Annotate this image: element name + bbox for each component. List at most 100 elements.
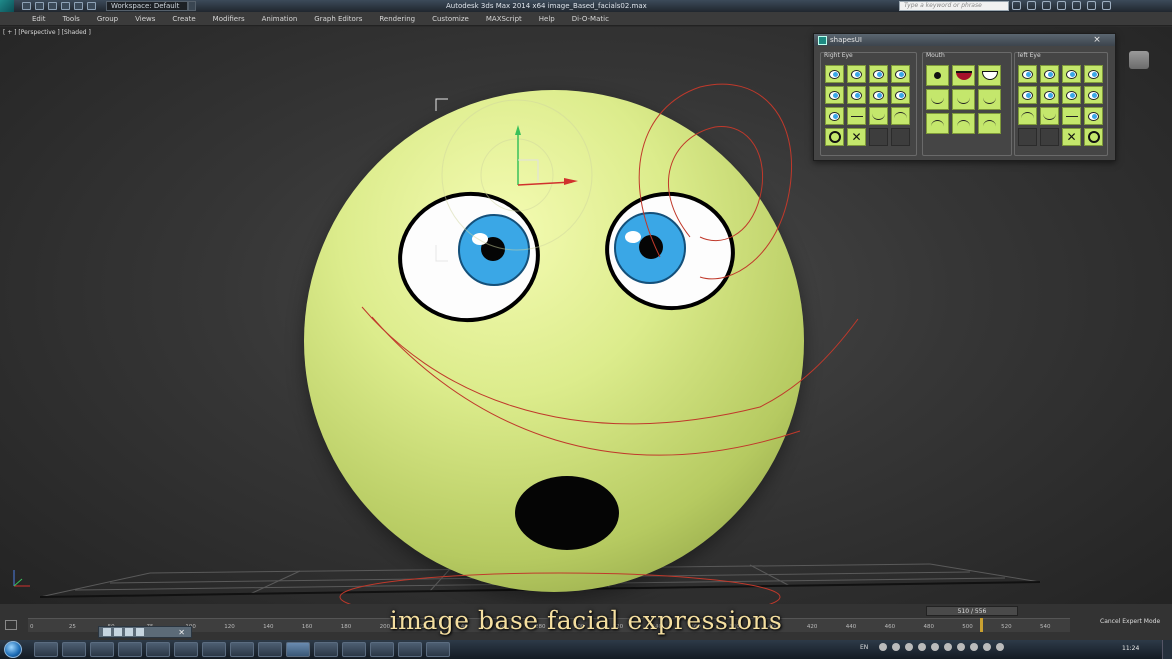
- left-eye-circle-button[interactable]: [1084, 128, 1103, 146]
- mouth-smile-button[interactable]: [952, 89, 975, 110]
- right-eye-squint-button[interactable]: [869, 107, 888, 125]
- minimize-icon[interactable]: [1102, 1, 1111, 10]
- app-icon[interactable]: [174, 642, 198, 657]
- right-eye-pose-button[interactable]: [847, 65, 866, 83]
- mouth-o-button[interactable]: [926, 65, 949, 86]
- left-eye[interactable]: [600, 186, 741, 316]
- close-icon[interactable]: ×: [1087, 35, 1107, 45]
- mouth-frown-button[interactable]: [952, 113, 975, 134]
- mouth-frown-right-button[interactable]: [978, 113, 1001, 134]
- exchange-icon[interactable]: [1057, 1, 1066, 10]
- right-eye-pose-button[interactable]: [825, 86, 844, 104]
- app-icon[interactable]: [230, 642, 254, 657]
- menu-tools[interactable]: Tools: [63, 15, 80, 23]
- open-file-icon[interactable]: [35, 2, 44, 10]
- clock[interactable]: 11:24: [1122, 645, 1139, 652]
- menu-di-o-matic[interactable]: Di-O-Matic: [572, 15, 609, 23]
- right-eye-pose-button[interactable]: [847, 86, 866, 104]
- project-folder-icon[interactable]: [87, 2, 96, 10]
- left-eye-pose-button[interactable]: [1018, 65, 1037, 83]
- mouth-smirk-right-button[interactable]: [978, 89, 1001, 110]
- right-eye-pose-button[interactable]: [825, 65, 844, 83]
- mouth-grin-button[interactable]: [952, 65, 975, 86]
- tray-icon[interactable]: [879, 643, 888, 651]
- tray-icon[interactable]: [918, 643, 927, 651]
- key-icon[interactable]: [1027, 1, 1036, 10]
- tray-icon[interactable]: [944, 643, 953, 651]
- right-eye-pose-button[interactable]: [869, 86, 888, 104]
- app-icon[interactable]: [146, 642, 170, 657]
- search-input[interactable]: Type a keyword or phrase: [899, 1, 1009, 11]
- right-eye-brow-button[interactable]: [891, 107, 910, 125]
- tray-icon[interactable]: [905, 643, 914, 651]
- menu-edit[interactable]: Edit: [32, 15, 46, 23]
- right-eye-pose-button[interactable]: [825, 107, 844, 125]
- sign-in-icon[interactable]: [1042, 1, 1051, 10]
- mouth-frown-left-button[interactable]: [926, 113, 949, 134]
- app-icon[interactable]: [202, 642, 226, 657]
- language-indicator[interactable]: EN: [860, 644, 868, 651]
- left-eye-pose-button[interactable]: [1084, 107, 1103, 125]
- left-eye-pose-button[interactable]: [1062, 86, 1081, 104]
- menu-animation[interactable]: Animation: [262, 15, 298, 23]
- binoculars-icon[interactable]: [1012, 1, 1021, 10]
- menu-graph-editors[interactable]: Graph Editors: [314, 15, 362, 23]
- menu-views[interactable]: Views: [135, 15, 155, 23]
- left-eye-pose-button[interactable]: [1018, 86, 1037, 104]
- left-eye-pose-button[interactable]: [1040, 86, 1059, 104]
- viewport-label[interactable]: [ + ] [Perspective ] [Shaded ]: [3, 29, 91, 36]
- undo-icon[interactable]: [61, 2, 70, 10]
- menu-customize[interactable]: Customize: [432, 15, 469, 23]
- app-icon[interactable]: [398, 642, 422, 657]
- left-eye-cross-button[interactable]: ✕: [1062, 128, 1081, 146]
- menu-help[interactable]: Help: [539, 15, 555, 23]
- left-eye-closed-button[interactable]: [1062, 107, 1081, 125]
- left-eye-pose-button[interactable]: [1084, 86, 1103, 104]
- workspace-dropdown[interactable]: Workspace: Default: [106, 1, 188, 11]
- tray-icon[interactable]: [957, 643, 966, 651]
- show-desktop-button[interactable]: [1162, 640, 1172, 659]
- right-eye-circle-button[interactable]: [825, 128, 844, 146]
- right-eye-closed-button[interactable]: [847, 107, 866, 125]
- left-eye-pose-button[interactable]: [1062, 65, 1081, 83]
- redo-icon[interactable]: [74, 2, 83, 10]
- save-file-icon[interactable]: [48, 2, 57, 10]
- left-eye-brow-button[interactable]: [1018, 107, 1037, 125]
- right-eye[interactable]: [392, 185, 546, 329]
- tray-icon[interactable]: [970, 643, 979, 651]
- app-icon[interactable]: [426, 642, 450, 657]
- left-eye-pose-button[interactable]: [1040, 65, 1059, 83]
- app-menu-icon[interactable]: [0, 0, 14, 12]
- right-eye-cross-button[interactable]: ✕: [847, 128, 866, 146]
- menu-modifiers[interactable]: Modifiers: [213, 15, 245, 23]
- start-button[interactable]: [4, 641, 22, 658]
- right-eye-pose-button[interactable]: [869, 65, 888, 83]
- firefox-icon[interactable]: [258, 642, 282, 657]
- star-icon[interactable]: [1072, 1, 1081, 10]
- media-player-icon[interactable]: [118, 642, 142, 657]
- viewcube-icon[interactable]: [1129, 51, 1149, 69]
- menu-rendering[interactable]: Rendering: [379, 15, 415, 23]
- photoshop-icon[interactable]: [342, 642, 366, 657]
- internet-explorer-icon[interactable]: [34, 642, 58, 657]
- folder-icon[interactable]: [62, 642, 86, 657]
- help-icon[interactable]: [1087, 1, 1096, 10]
- volume-icon[interactable]: [983, 643, 992, 651]
- chevron-down-icon[interactable]: [188, 1, 196, 11]
- panel-titlebar[interactable]: shapesUI ×: [814, 34, 1115, 46]
- network-icon[interactable]: [996, 643, 1005, 651]
- right-eye-pose-button[interactable]: [891, 65, 910, 83]
- menu-maxscript[interactable]: MAXScript: [486, 15, 522, 23]
- menu-group[interactable]: Group: [97, 15, 118, 23]
- menu-create[interactable]: Create: [172, 15, 195, 23]
- mouth-shape[interactable]: [515, 476, 619, 550]
- right-eye-pose-button[interactable]: [891, 86, 910, 104]
- new-file-icon[interactable]: [22, 2, 31, 10]
- 3ds-max-icon[interactable]: [286, 642, 310, 657]
- left-eye-squint-button[interactable]: [1040, 107, 1059, 125]
- explorer-icon[interactable]: [90, 642, 114, 657]
- tray-icon[interactable]: [892, 643, 901, 651]
- tray-icon[interactable]: [931, 643, 940, 651]
- app-icon[interactable]: [314, 642, 338, 657]
- mouth-smirk-button[interactable]: [926, 89, 949, 110]
